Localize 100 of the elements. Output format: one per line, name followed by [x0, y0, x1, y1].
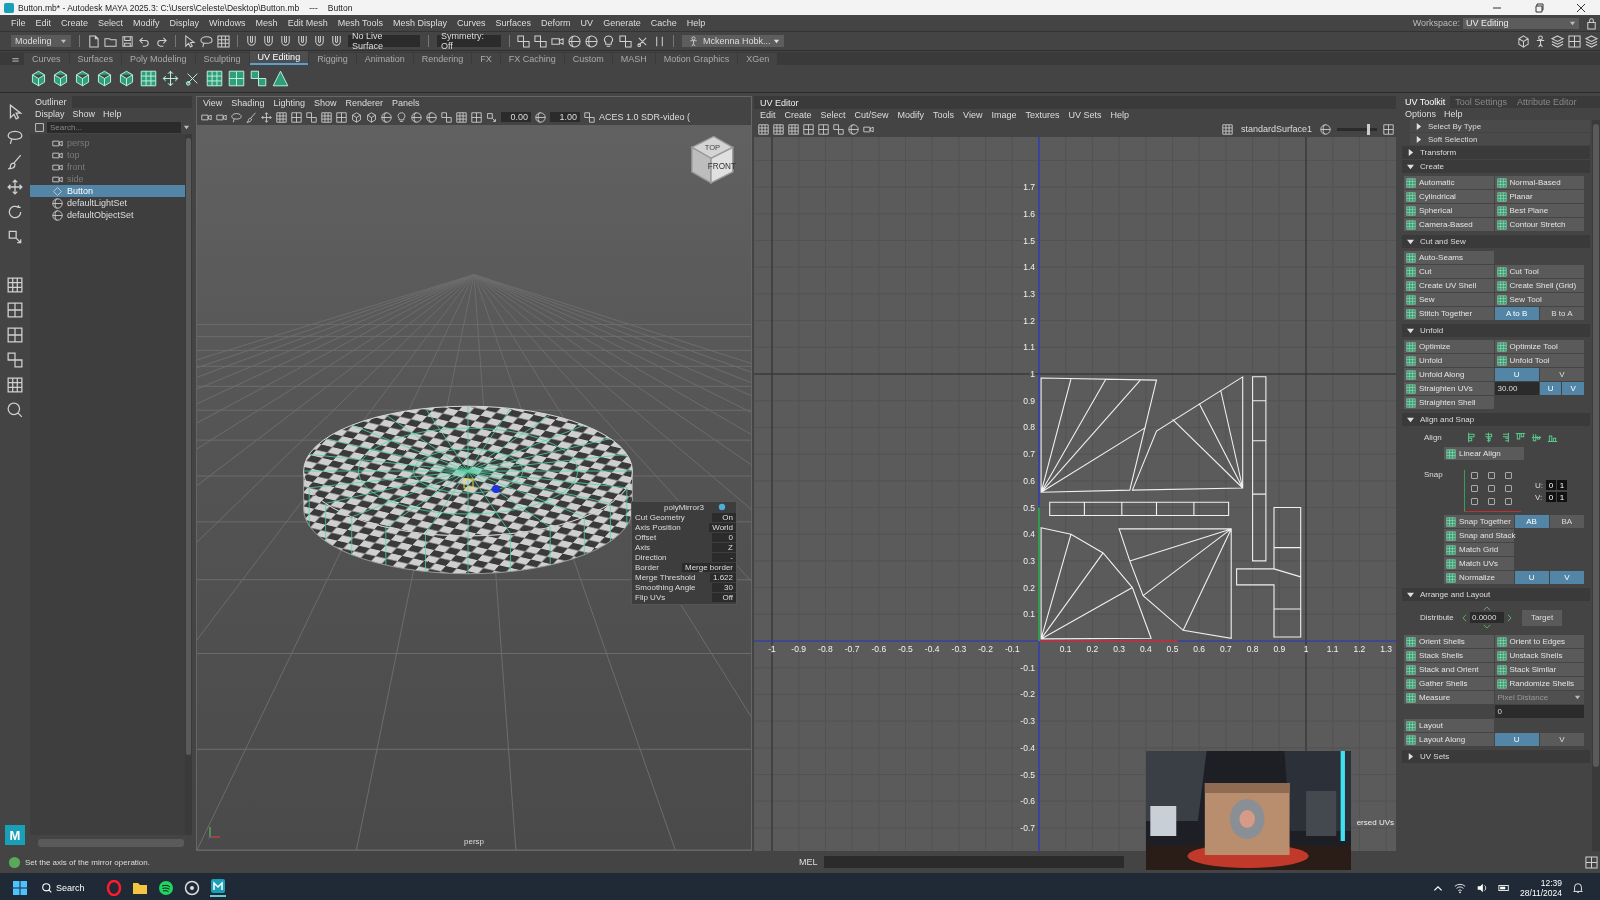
snap-checkbox[interactable] [1505, 498, 1512, 505]
snap-checkbox[interactable] [1488, 472, 1495, 479]
menu-item[interactable]: Lighting [273, 98, 305, 108]
menu-item[interactable]: Create [56, 18, 94, 28]
grid-icon[interactable] [140, 70, 157, 87]
section-header[interactable]: Unfold [1402, 324, 1590, 337]
grid-icon[interactable] [758, 123, 769, 135]
checker-icon[interactable] [584, 111, 595, 123]
tool-button[interactable]: Cut [1404, 265, 1494, 278]
align-icon[interactable] [1483, 431, 1494, 443]
rotate-icon[interactable] [7, 204, 23, 220]
menu-item[interactable]: Help [1110, 110, 1129, 120]
target-button[interactable]: Target [1522, 609, 1562, 626]
tool-button[interactable]: Gather Shells [1404, 677, 1494, 690]
toggle-button[interactable]: U [1539, 382, 1562, 395]
panes-icon[interactable] [818, 123, 829, 135]
tool-button[interactable]: Unstack Shells [1494, 649, 1584, 662]
grid-icon[interactable] [456, 111, 467, 123]
panes-icon[interactable] [471, 111, 482, 123]
shelf-tab[interactable]: Rendering [413, 53, 472, 65]
cube-icon[interactable] [366, 111, 377, 123]
tool-button[interactable]: Measure [1404, 691, 1494, 704]
sphere-icon[interactable] [718, 503, 726, 511]
tool-button[interactable]: Best Plane [1494, 204, 1584, 217]
menu-item[interactable]: Show [313, 98, 337, 108]
tool-button[interactable]: Layout [1404, 719, 1494, 732]
circle-waves-icon[interactable] [158, 879, 174, 896]
tool-button[interactable]: Stitch Together [1404, 307, 1494, 320]
uv-shell[interactable] [1118, 528, 1232, 639]
grid-icon[interactable] [7, 377, 23, 393]
menu-item[interactable]: File [6, 18, 31, 28]
toggle-button[interactable]: V [1539, 368, 1584, 381]
grid-icon[interactable] [7, 277, 23, 293]
outliner-tab[interactable]: Outliner [30, 96, 72, 108]
snap-checkbox[interactable] [1505, 485, 1512, 492]
uv-shell[interactable] [1252, 376, 1267, 562]
tool-button[interactable]: Normalize [1444, 571, 1514, 584]
tool-button[interactable]: Orient Shells [1404, 635, 1494, 648]
grid-icon[interactable] [206, 70, 223, 87]
cube-icon[interactable] [74, 70, 91, 87]
search-field[interactable]: Search... [47, 121, 181, 133]
checker-icon[interactable] [306, 111, 317, 123]
align-icon[interactable] [1515, 431, 1526, 443]
ring-icon[interactable] [106, 879, 122, 896]
tool-button[interactable]: Create Shell (Grid) [1494, 279, 1584, 292]
attribute-value[interactable]: Merge border [681, 562, 736, 572]
chevron-left-icon[interactable] [1462, 613, 1467, 622]
toggle-button[interactable]: V [1539, 733, 1584, 746]
value-field[interactable]: 1 [1557, 480, 1567, 490]
clock-time[interactable]: 12:39 [1540, 877, 1562, 888]
layers-icon[interactable] [1551, 34, 1564, 48]
slider-handle[interactable] [1367, 123, 1370, 135]
move-icon[interactable] [7, 179, 23, 195]
menu-item[interactable]: Select [93, 18, 129, 28]
save-icon[interactable] [121, 34, 134, 48]
tool-button[interactable]: Spherical [1404, 204, 1494, 217]
align-icon[interactable] [1467, 431, 1478, 443]
cube-icon[interactable] [118, 70, 135, 87]
grid-icon[interactable] [321, 111, 332, 123]
menu-item[interactable]: Display [164, 18, 205, 28]
bulb-icon[interactable] [602, 34, 615, 48]
magnet-icon[interactable] [245, 34, 258, 48]
close-icon[interactable] [1576, 2, 1586, 13]
bulb-icon[interactable] [396, 111, 407, 123]
menu-item[interactable]: Panels [391, 98, 420, 108]
search-field[interactable]: Search [38, 878, 96, 897]
menu-item[interactable]: Display [35, 109, 65, 119]
toggle-button[interactable]: BA [1549, 515, 1584, 528]
grid-icon[interactable] [276, 111, 287, 123]
wifi-icon[interactable] [1454, 881, 1467, 894]
menu-item[interactable]: Windows [204, 18, 251, 28]
lasso-icon[interactable] [231, 111, 242, 123]
attribute-value[interactable]: World [709, 522, 736, 532]
tool-button[interactable]: Planar [1494, 190, 1584, 203]
menu-item[interactable]: Edit Mesh [282, 18, 333, 28]
panes-icon[interactable] [7, 327, 23, 343]
camera-icon[interactable] [201, 111, 212, 123]
shelf-tab[interactable]: XGen [738, 53, 778, 65]
section-header[interactable]: Create [1402, 160, 1590, 173]
snap-checkbox[interactable] [1488, 498, 1495, 505]
search-icon[interactable] [7, 402, 23, 418]
tool-button[interactable]: Camera-Based [1404, 218, 1494, 231]
tool-button[interactable]: Automatic [1404, 176, 1494, 189]
section-header[interactable]: Cut and Sew [1402, 235, 1590, 248]
outliner-item[interactable]: defaultObjectSet [30, 209, 185, 221]
mesh-drawing[interactable] [303, 405, 633, 575]
uv-shell[interactable] [1131, 375, 1244, 491]
tool-button[interactable]: Match UVs [1444, 557, 1514, 570]
user-dropdown[interactable]: Mckenna Hobk... [682, 35, 784, 47]
menu-item[interactable]: Modify [128, 18, 165, 28]
snap-checkbox[interactable] [1471, 472, 1478, 479]
menu-item[interactable]: Textures [1025, 110, 1060, 120]
disc-icon[interactable] [184, 879, 200, 896]
section-header[interactable]: Transform [1402, 146, 1590, 159]
snap-checkbox[interactable] [1471, 498, 1478, 505]
menu-item[interactable]: Mesh [250, 18, 283, 28]
shelf-tab[interactable]: Poly Modeling [122, 53, 195, 65]
section-header[interactable]: Arrange and Layout [1402, 588, 1590, 601]
shelf-tab[interactable]: Custom [564, 53, 612, 65]
grid-icon[interactable] [788, 123, 799, 135]
